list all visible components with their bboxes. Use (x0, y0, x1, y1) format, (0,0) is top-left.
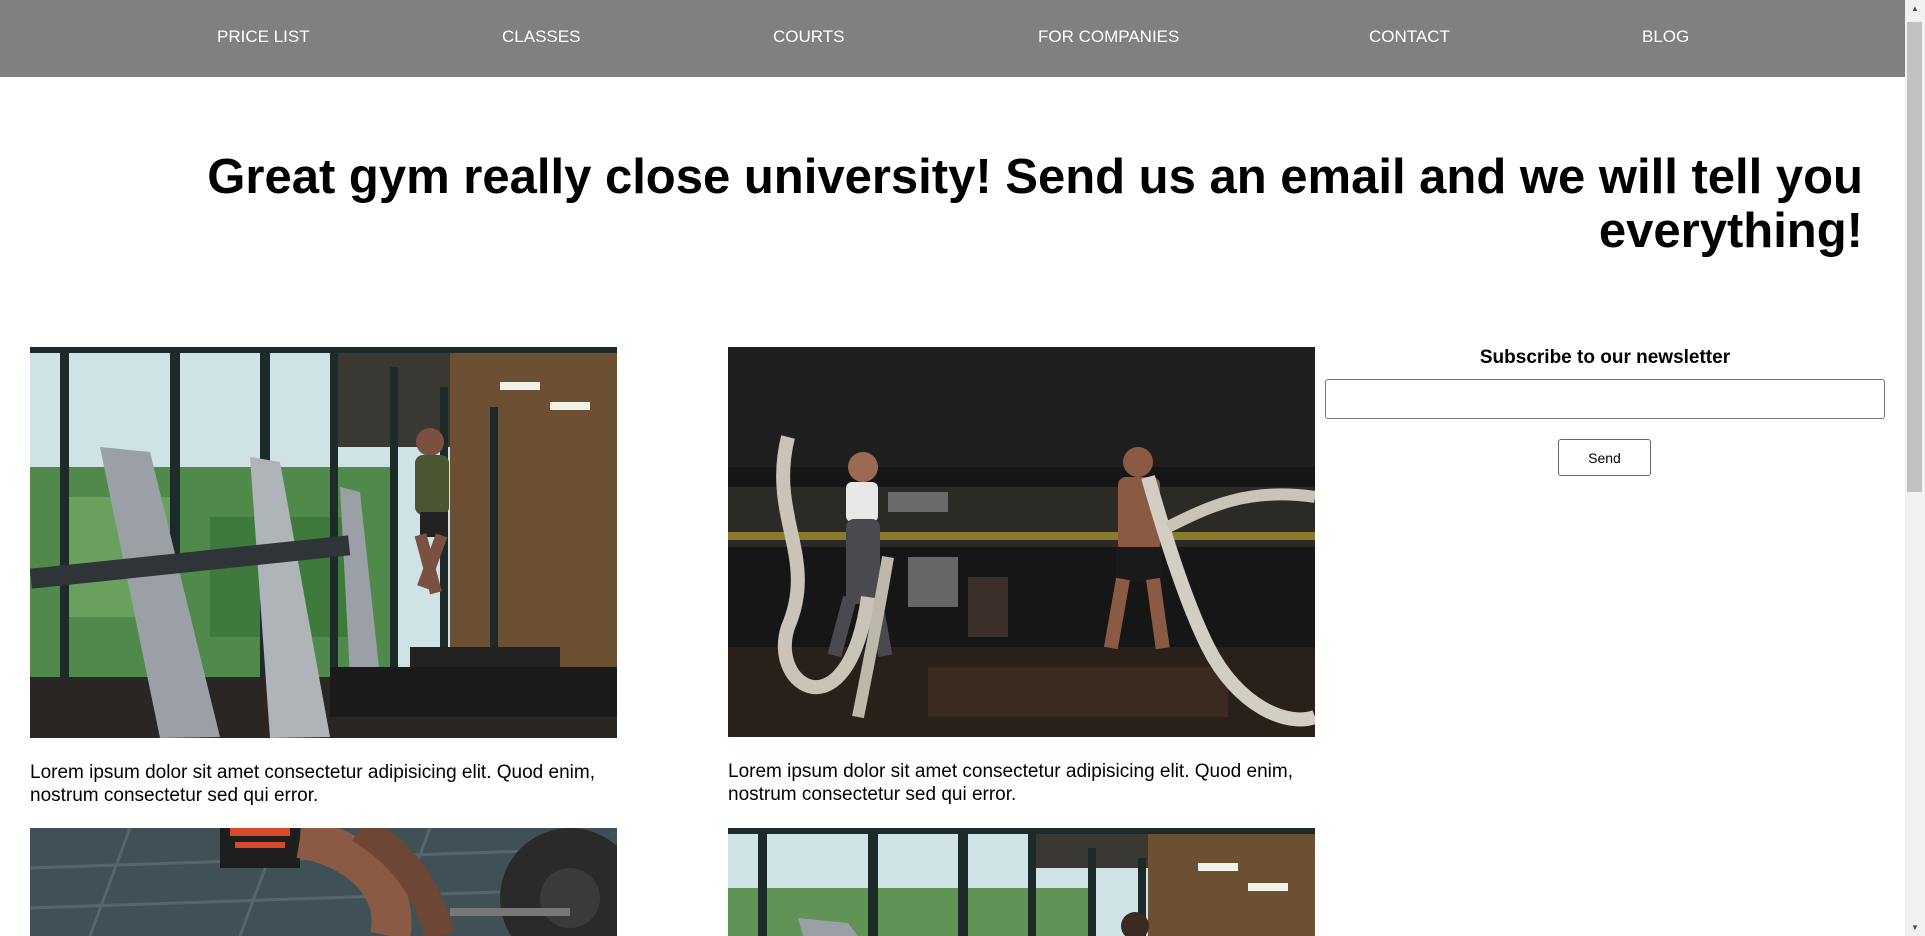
newsletter-email-input[interactable] (1325, 379, 1885, 419)
triangle-down-icon[interactable]: ▼ (1905, 919, 1925, 936)
newsletter-heading: Subscribe to our newsletter (1479, 347, 1731, 368)
send-button[interactable]: Send (1558, 439, 1651, 476)
nav-item-classes[interactable]: CLASSES (502, 26, 580, 48)
treadmill-gym-photo (30, 347, 617, 738)
nav-item-price-list[interactable]: PRICE LIST (217, 26, 310, 48)
card-description: Lorem ipsum dolor sit amet consectetur a… (728, 761, 1293, 805)
nav-item-blog[interactable]: BLOG (1642, 26, 1689, 48)
hero-heading: Great gym really close university! Send … (207, 150, 1863, 258)
top-navigation-bar: PRICE LIST CLASSES COURTS FOR COMPANIES … (0, 0, 1905, 77)
nav-item-for-companies[interactable]: FOR COMPANIES (1038, 26, 1179, 48)
treadmill-gym-photo (728, 828, 1315, 936)
barbell-deadlift-photo (30, 828, 617, 936)
triangle-up-icon[interactable]: ▲ (1905, 0, 1925, 17)
nav-item-contact[interactable]: CONTACT (1369, 26, 1450, 48)
scrollbar-thumb[interactable] (1907, 22, 1922, 492)
nav-item-courts[interactable]: COURTS (773, 26, 844, 48)
card-description: Lorem ipsum dolor sit amet consectetur a… (30, 762, 595, 806)
battle-ropes-photo (728, 347, 1315, 737)
